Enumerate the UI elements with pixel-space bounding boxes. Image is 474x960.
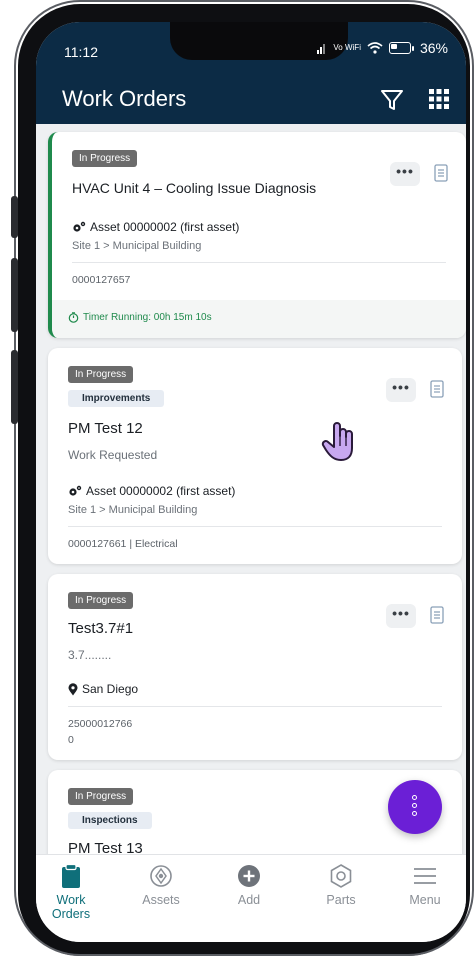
work-order-id-extra: 0 [68, 734, 74, 746]
app-bar: Work Orders [36, 78, 466, 124]
status-bar: 11:12 Vo WiFi 36% [36, 22, 466, 78]
volte-indicator: Vo WiFi [333, 43, 361, 52]
category-badge: Inspections [68, 812, 152, 829]
add-icon [238, 865, 260, 887]
page-title: Work Orders [62, 86, 187, 111]
timer-text: Timer Running: 00h 15m 10s [83, 312, 212, 323]
document-icon[interactable] [434, 164, 448, 182]
work-order-card[interactable]: In Progress ••• HVAC Unit 4 – Cooling Is… [48, 132, 466, 338]
nav-assets[interactable]: Assets [126, 863, 196, 907]
status-time: 11:12 [64, 44, 98, 60]
battery-icon [388, 42, 411, 54]
status-icons: Vo WiFi 36% [317, 40, 448, 56]
asset-name: Asset 00000002 (first asset) [90, 220, 240, 234]
category-badge: Improvements [68, 390, 165, 407]
signal-icon [317, 44, 326, 54]
status-badge: In Progress [68, 788, 134, 805]
work-order-title[interactable]: HVAC Unit 4 – Cooling Issue Diagnosis [72, 180, 316, 196]
location-row: San Diego [68, 682, 138, 696]
more-options-button[interactable]: ••• [386, 378, 416, 402]
work-order-list[interactable]: In Progress ••• HVAC Unit 4 – Cooling Is… [36, 124, 466, 890]
nav-add[interactable]: Add [214, 863, 284, 907]
nav-work-orders[interactable]: Work Orders [36, 863, 106, 921]
nav-label: Add [237, 893, 261, 907]
vertical-dots-icon [412, 795, 418, 816]
site-path: Site 1 > Municipal Building [72, 240, 202, 252]
work-order-id: 0000127657 [72, 274, 131, 286]
nav-parts[interactable]: Parts [306, 863, 376, 907]
nav-label: Parts [326, 893, 356, 907]
divider [72, 262, 446, 263]
floating-action-button[interactable] [388, 780, 442, 834]
nav-label: Work Orders [51, 893, 91, 921]
asset-icon [150, 865, 172, 887]
stopwatch-icon [68, 312, 79, 323]
asset-row: Asset 00000002 (first asset) [72, 220, 239, 234]
asset-row: Asset 00000002 (first asset) [68, 484, 235, 498]
status-badge: In Progress [68, 366, 134, 383]
work-order-card[interactable]: In Progress ••• Test3.7#1 3.7........ Sa… [48, 574, 462, 760]
site-path: Site 1 > Municipal Building [68, 504, 198, 516]
nav-label: Menu [409, 893, 441, 907]
work-order-title[interactable]: PM Test 12 [68, 420, 143, 437]
more-options-button[interactable]: ••• [386, 604, 416, 628]
work-order-card[interactable]: In Progress Improvements ••• PM Test 12 … [48, 348, 462, 564]
status-badge: In Progress [68, 592, 134, 609]
work-order-id: 25000012766 [68, 718, 133, 730]
clipboard-icon [62, 863, 80, 888]
work-order-title[interactable]: Test3.7#1 [68, 620, 133, 637]
document-icon[interactable] [430, 606, 444, 624]
battery-level: 36% [419, 40, 448, 56]
timer-row: Timer Running: 00h 15m 10s [52, 300, 466, 338]
phone-side-button [11, 350, 18, 424]
timer-status: Timer Running: 00h 15m 10s [68, 312, 212, 323]
document-icon[interactable] [430, 380, 444, 398]
divider [68, 526, 442, 527]
phone-side-button [11, 196, 18, 238]
location-pin-icon [68, 682, 78, 695]
location-name: San Diego [82, 682, 139, 696]
parts-icon [330, 864, 352, 888]
hand-cursor-icon [320, 420, 360, 464]
menu-icon [414, 868, 436, 884]
nav-menu[interactable]: Menu [390, 863, 460, 907]
more-options-button[interactable]: ••• [390, 162, 420, 186]
divider [68, 706, 442, 707]
work-order-id: 0000127661 | Electrical [68, 538, 178, 550]
wifi-icon [367, 42, 383, 54]
phone-side-button [11, 258, 18, 332]
bottom-nav: Work Orders Assets Add Parts Menu [36, 854, 466, 942]
status-badge: In Progress [72, 150, 138, 167]
battery-tip [411, 45, 414, 51]
work-order-subtitle: Work Requested [68, 448, 158, 462]
asset-name: Asset 00000002 (first asset) [86, 484, 236, 498]
work-order-subtitle: 3.7........ [68, 648, 112, 662]
gears-icon [69, 485, 82, 496]
apps-grid-icon[interactable] [428, 88, 450, 110]
app-screen: 11:12 Vo WiFi 36% Work Orders In Progres… [36, 22, 466, 942]
filter-icon[interactable] [378, 86, 406, 114]
nav-label: Assets [142, 893, 180, 907]
gears-icon [73, 221, 86, 232]
